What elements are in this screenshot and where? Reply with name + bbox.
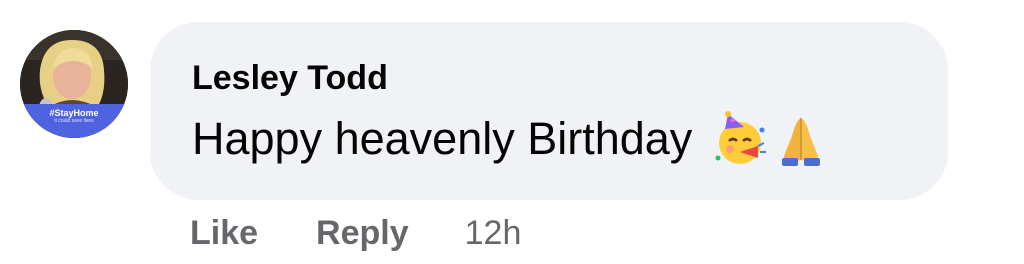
comment-bubble: Lesley Todd Happy heavenly Birthday — [150, 22, 948, 200]
reply-button[interactable]: Reply — [316, 214, 409, 253]
like-button[interactable]: Like — [190, 214, 258, 253]
folded-hands-icon — [772, 110, 830, 168]
frame-subtext: it could save lives — [54, 118, 94, 124]
comment-author[interactable]: Lesley Todd — [192, 58, 948, 98]
avatar[interactable]: #StayHome it could save lives — [20, 30, 128, 138]
comment-timestamp[interactable]: 12h — [465, 214, 522, 253]
comment-body: Happy heavenly Birthday — [192, 110, 948, 168]
frame-tag: #StayHome — [49, 108, 99, 118]
profile-frame-band: #StayHome it could save lives — [20, 104, 128, 138]
partying-face-icon — [710, 110, 768, 168]
comment-text: Happy heavenly Birthday — [192, 113, 693, 164]
comment-actions: Like Reply 12h — [190, 210, 521, 256]
